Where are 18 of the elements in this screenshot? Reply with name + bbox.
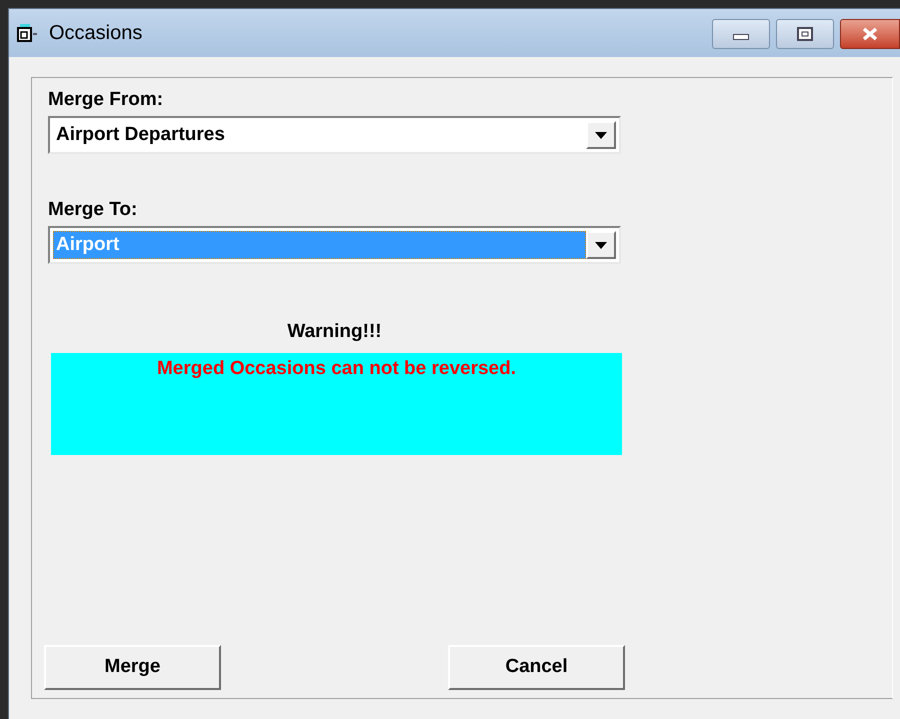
dialog-button[interactable]: Cancel bbox=[448, 645, 625, 690]
field-label: Merge From: bbox=[48, 88, 164, 112]
warning-message: Merged Occasions can not be reversed. bbox=[156, 356, 516, 380]
minimize-button[interactable] bbox=[712, 19, 770, 49]
window-title: Occasions bbox=[49, 21, 142, 46]
close-icon bbox=[861, 27, 879, 41]
dialog-button[interactable]: Merge bbox=[44, 645, 221, 690]
minimize-icon bbox=[733, 34, 749, 40]
maximize-button[interactable] bbox=[776, 19, 834, 49]
dropdown-button[interactable] bbox=[586, 231, 616, 259]
caret-icon bbox=[595, 242, 607, 248]
warning-title: Warning!!! bbox=[286, 320, 383, 344]
field-label: Merge To: bbox=[48, 198, 138, 222]
dropdown-field[interactable]: Airport Departures bbox=[48, 116, 621, 154]
restore-icon bbox=[797, 27, 813, 41]
close-button[interactable] bbox=[840, 19, 900, 49]
caret-icon bbox=[595, 132, 607, 138]
dropdown-button[interactable] bbox=[586, 121, 616, 149]
